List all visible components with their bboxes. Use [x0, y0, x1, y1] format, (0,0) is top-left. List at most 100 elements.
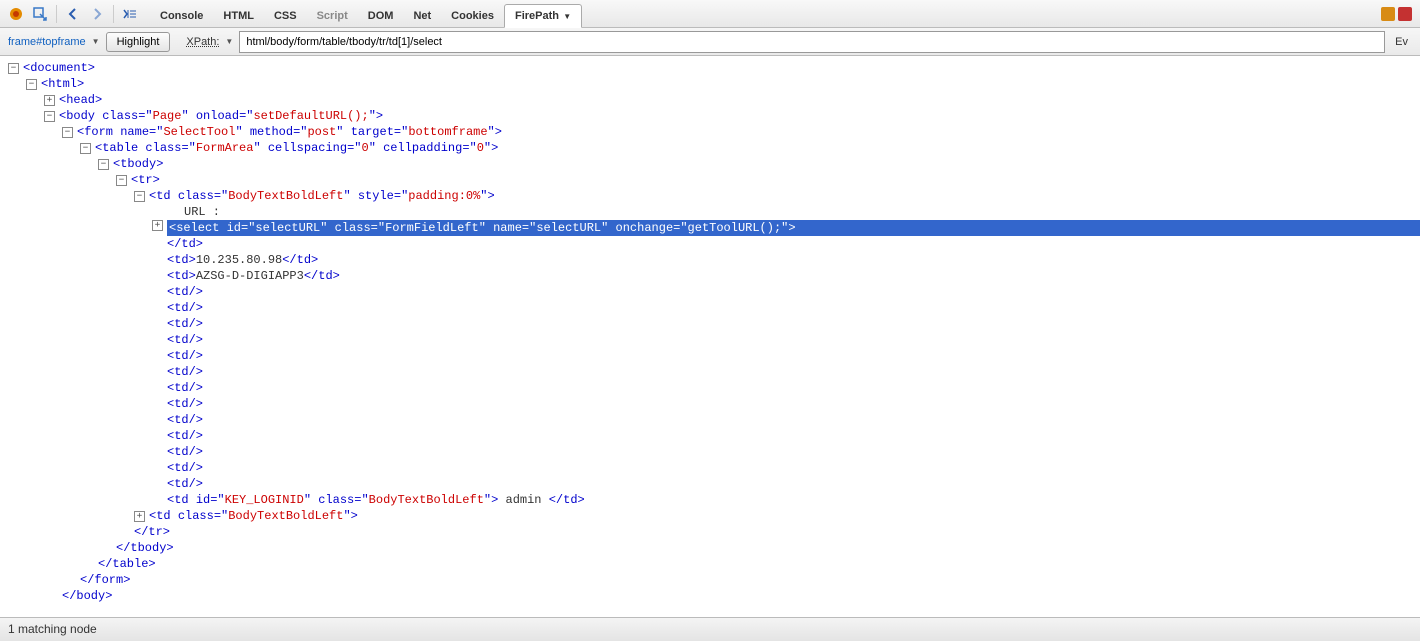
node-text: <td/>	[167, 460, 203, 476]
tree-node[interactable]: </tr>	[8, 524, 1420, 540]
tab-script[interactable]: Script	[307, 5, 358, 27]
chevron-down-icon: ▼	[561, 12, 571, 21]
main-toolbar: Console HTML CSS Script DOM Net Cookies …	[0, 0, 1420, 28]
tab-dom[interactable]: DOM	[358, 5, 404, 27]
tree-node[interactable]: −<html>	[8, 76, 1420, 92]
node-text: <head>	[59, 92, 102, 108]
frame-crumb[interactable]: frame#topframe	[8, 36, 86, 48]
collapse-icon[interactable]: −	[26, 79, 37, 90]
tree-node[interactable]: </tbody>	[8, 540, 1420, 556]
node-text: <td class="BodyTextBoldLeft">	[149, 508, 358, 524]
node-text: <tbody>	[113, 156, 163, 172]
tab-cookies[interactable]: Cookies	[441, 5, 504, 27]
node-text: <td/>	[167, 476, 203, 492]
dom-tree: −<document> −<html> +<head> −<body class…	[0, 56, 1420, 613]
node-text: <body class="Page" onload="setDefaultURL…	[59, 108, 383, 124]
node-text: <td/>	[167, 316, 203, 332]
command-line-icon[interactable]	[121, 5, 139, 23]
xpath-label: XPath:	[186, 36, 219, 48]
tree-node[interactable]: −<body class="Page" onload="setDefaultUR…	[8, 108, 1420, 124]
tree-node[interactable]: −<tbody>	[8, 156, 1420, 172]
expand-icon[interactable]: +	[44, 95, 55, 106]
tree-node[interactable]: <td id="KEY_LOGINID" class="BodyTextBold…	[8, 492, 1420, 508]
tree-node[interactable]: <td/>	[8, 412, 1420, 428]
tree-node[interactable]: <td/>	[8, 476, 1420, 492]
node-text: <td/>	[167, 284, 203, 300]
tab-html[interactable]: HTML	[213, 5, 264, 27]
node-text: </td>	[167, 236, 203, 252]
collapse-icon[interactable]: −	[116, 175, 127, 186]
close-button[interactable]	[1398, 7, 1412, 21]
node-text: <td/>	[167, 332, 203, 348]
tab-net[interactable]: Net	[403, 5, 441, 27]
node-text: <td/>	[167, 300, 203, 316]
firebug-icon[interactable]	[7, 5, 25, 23]
tree-node[interactable]: −<document>	[8, 60, 1420, 76]
minimize-button[interactable]	[1381, 7, 1395, 21]
tree-node[interactable]: <td/>	[8, 364, 1420, 380]
tree-node[interactable]: <td/>	[8, 396, 1420, 412]
tab-label: FirePath	[515, 10, 559, 22]
tree-node[interactable]: −<tr>	[8, 172, 1420, 188]
separator	[113, 5, 114, 23]
node-text: </form>	[80, 572, 130, 588]
tree-node-selected[interactable]: + <select id="selectURL" class="FormField…	[8, 220, 1420, 236]
node-text: <td>AZSG-D-DIGIAPP3</td>	[167, 268, 340, 284]
xpath-input[interactable]	[239, 31, 1385, 53]
node-text: </tr>	[134, 524, 170, 540]
panel-tabs: Console HTML CSS Script DOM Net Cookies …	[150, 0, 582, 27]
tree-node[interactable]: URL :	[8, 204, 1420, 220]
tree-node[interactable]: <td>AZSG-D-DIGIAPP3</td>	[8, 268, 1420, 284]
tree-node[interactable]: <td/>	[8, 460, 1420, 476]
collapse-icon[interactable]: −	[62, 127, 73, 138]
tree-node[interactable]: <td/>	[8, 348, 1420, 364]
tree-node[interactable]: −<td class="BodyTextBoldLeft" style="pad…	[8, 188, 1420, 204]
node-text: <html>	[41, 76, 84, 92]
node-text: <td/>	[167, 412, 203, 428]
tab-firepath[interactable]: FirePath ▼	[504, 4, 582, 28]
collapse-icon[interactable]: −	[80, 143, 91, 154]
tree-node[interactable]: </body>	[8, 588, 1420, 604]
node-text: <td/>	[167, 428, 203, 444]
chevron-down-icon[interactable]: ▼	[92, 37, 100, 46]
node-text: </tbody>	[116, 540, 174, 556]
collapse-icon[interactable]: −	[98, 159, 109, 170]
expand-icon[interactable]: +	[134, 511, 145, 522]
tree-node[interactable]: <td>10.235.80.98</td>	[8, 252, 1420, 268]
expand-icon[interactable]: +	[152, 220, 163, 231]
separator	[56, 5, 57, 23]
tab-css[interactable]: CSS	[264, 5, 307, 27]
tree-node[interactable]: <td/>	[8, 332, 1420, 348]
node-text: <select id="selectURL" class="FormFieldL…	[167, 220, 1420, 236]
chevron-down-icon[interactable]: ▼	[225, 37, 233, 46]
tree-node[interactable]: <td/>	[8, 380, 1420, 396]
back-icon[interactable]	[64, 5, 82, 23]
tree-node[interactable]: </td>	[8, 236, 1420, 252]
node-text: <td/>	[167, 364, 203, 380]
tree-node[interactable]: </table>	[8, 556, 1420, 572]
tree-node[interactable]: −<form name="SelectTool" method="post" t…	[8, 124, 1420, 140]
tree-node[interactable]: </form>	[8, 572, 1420, 588]
node-text: <form name="SelectTool" method="post" ta…	[77, 124, 502, 140]
tree-node[interactable]: <td/>	[8, 300, 1420, 316]
tree-node[interactable]: <td/>	[8, 316, 1420, 332]
node-text: <tr>	[131, 172, 160, 188]
tree-node[interactable]: <td/>	[8, 428, 1420, 444]
tree-node[interactable]: <td/>	[8, 444, 1420, 460]
collapse-icon[interactable]: −	[44, 111, 55, 122]
tree-node[interactable]: + <head>	[8, 92, 1420, 108]
tree-node[interactable]: −<table class="FormArea" cellspacing="0"…	[8, 140, 1420, 156]
collapse-icon[interactable]: −	[134, 191, 145, 202]
highlight-button[interactable]: Highlight	[106, 32, 171, 52]
node-text: <td/>	[167, 444, 203, 460]
inspect-icon[interactable]	[31, 5, 49, 23]
forward-icon[interactable]	[88, 5, 106, 23]
collapse-icon[interactable]: −	[8, 63, 19, 74]
eval-label[interactable]: Ev	[1391, 36, 1412, 48]
xpath-toolbar: frame#topframe ▼ Highlight XPath: ▼ Ev	[0, 28, 1420, 56]
tree-node[interactable]: <td/>	[8, 284, 1420, 300]
node-text: <td/>	[167, 380, 203, 396]
status-bar: 1 matching node	[0, 617, 1420, 641]
tab-console[interactable]: Console	[150, 5, 213, 27]
tree-node[interactable]: + <td class="BodyTextBoldLeft">	[8, 508, 1420, 524]
